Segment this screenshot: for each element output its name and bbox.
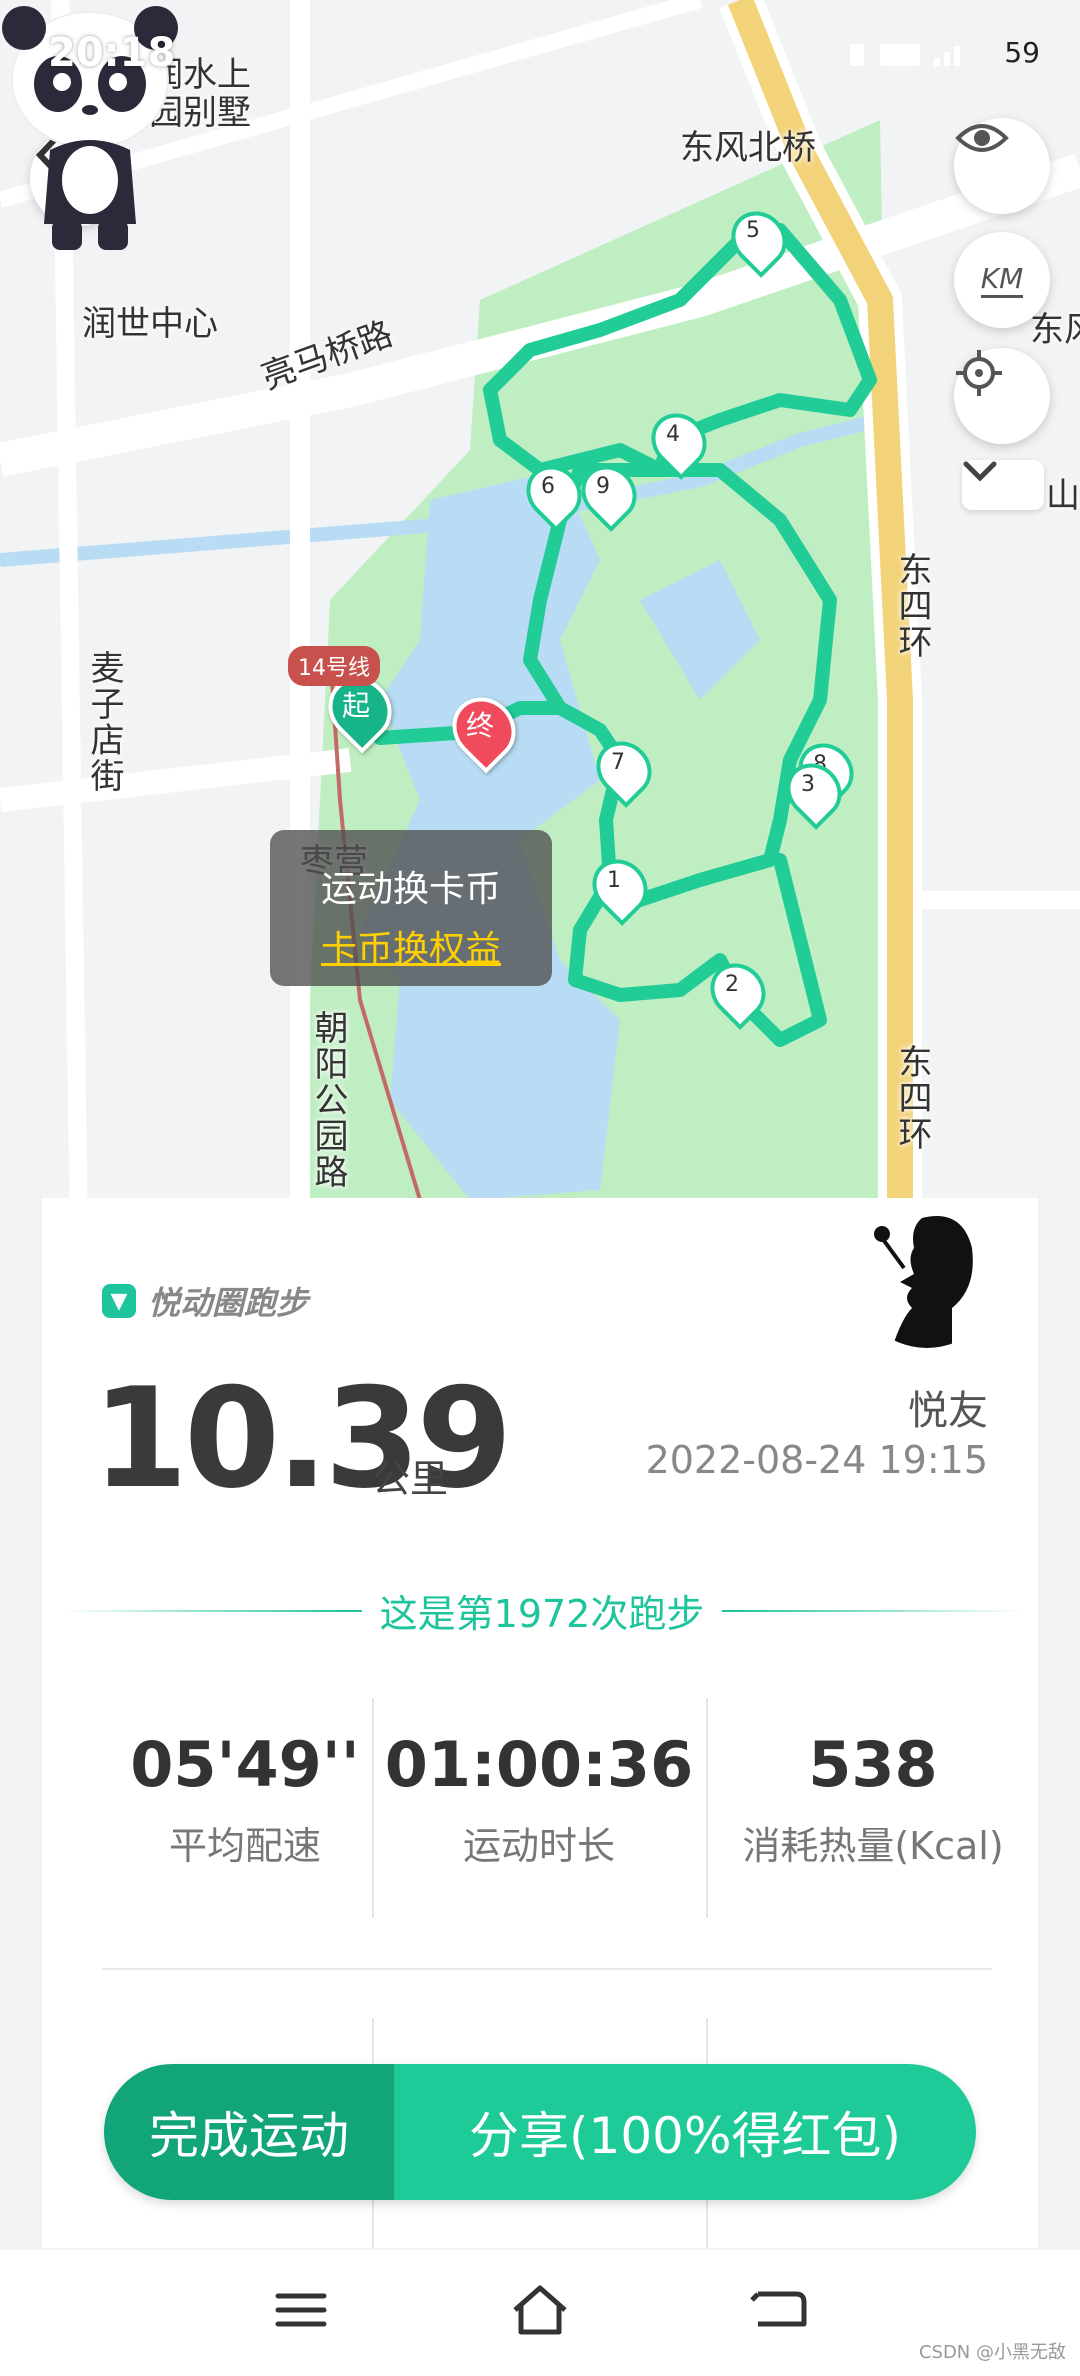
stats-row-divider	[102, 1968, 992, 1970]
finish-workout-button[interactable]: 完成运动	[104, 2064, 394, 2200]
stat-pace: 05'49'' 平均配速	[80, 1728, 410, 1870]
km-toggle-button[interactable]: KM	[954, 232, 1050, 328]
map-label-edge-right-2: 山	[1046, 476, 1080, 516]
map-label-center: 润世中心	[82, 304, 218, 344]
user-avatar[interactable]	[852, 1198, 1002, 1348]
km-label-7: 7	[611, 750, 625, 775]
status-bar: 20:18 59	[0, 0, 1080, 120]
stat-pace-value: 05'49''	[130, 1728, 360, 1801]
map-label-maizidian: 麦子店街	[84, 650, 124, 794]
battery-level: 59	[1004, 36, 1040, 69]
run-count: 这是第1972次跑步	[42, 1583, 1042, 1638]
eye-icon	[955, 124, 1009, 152]
km-label-4: 4	[666, 422, 680, 447]
share-button[interactable]: 分享(100%得红包)	[394, 2064, 976, 2200]
km-label-2: 2	[725, 972, 739, 997]
status-time: 20:18	[48, 30, 176, 76]
watermark: CSDN @小黑无敌	[918, 2342, 1066, 2363]
promo-popup[interactable]: 运动换卡币 卡币换权益	[270, 830, 552, 986]
stat-duration: 01:00:36 运动时长	[374, 1728, 704, 1870]
avatar-silhouette-icon	[874, 1216, 973, 1348]
map-label-bridge: 东风北桥	[680, 128, 816, 168]
stat-calories: 538 消耗热量(Kcal)	[708, 1728, 1038, 1870]
km-label-6: 6	[541, 474, 555, 499]
km-label-3: 3	[801, 772, 815, 797]
stat-pace-label: 平均配速	[168, 1824, 321, 1868]
km-label-5: 5	[746, 218, 760, 243]
locate-button[interactable]	[954, 348, 1050, 444]
stat-calories-value: 538	[808, 1728, 938, 1801]
run-count-text: 这是第1972次跑步	[361, 1592, 723, 1636]
brand-logo-icon: ▼	[102, 1284, 136, 1318]
map-label-chaoyang-park-rd: 朝阳公园路	[308, 1010, 348, 1190]
map-label-east4th-top: 东四环	[892, 552, 932, 660]
km-label-9: 9	[596, 474, 610, 499]
map-label-east4th-bottom: 东四环	[892, 1044, 932, 1152]
collapse-controls-button[interactable]	[962, 460, 1044, 510]
back-icon[interactable]	[744, 2280, 814, 2340]
promo-line1: 运动换卡币	[320, 869, 501, 910]
crosshair-icon	[956, 350, 1002, 396]
action-bar: 完成运动 分享(100%得红包)	[104, 2064, 976, 2200]
home-icon[interactable]	[505, 2280, 575, 2340]
run-datetime: 2022-08-24 19:15	[645, 1438, 988, 1482]
end-marker-label: 终	[466, 709, 495, 742]
brand: ▼ 悦动圈跑步	[102, 1278, 308, 1324]
distance-unit: 公里	[372, 1457, 449, 1501]
signal-wifi-icon	[850, 44, 960, 66]
stat-duration-label: 运动时长	[462, 1824, 615, 1868]
promo-link[interactable]: 卡币换权益	[270, 920, 552, 972]
stat-calories-label: 消耗热量(Kcal)	[742, 1824, 1004, 1868]
start-marker-label: 起	[342, 689, 371, 722]
menu-icon[interactable]	[266, 2280, 336, 2340]
user-name: 悦友	[908, 1388, 988, 1434]
stat-duration-value: 01:00:36	[384, 1728, 694, 1801]
brand-name: 悦动圈跑步	[148, 1284, 309, 1322]
km-icon: KM	[980, 262, 1024, 298]
visibility-toggle-button[interactable]	[954, 118, 1050, 214]
line14-badge: 14号线	[288, 646, 380, 686]
km-label-1: 1	[607, 868, 621, 893]
chevron-down-icon	[963, 461, 997, 482]
